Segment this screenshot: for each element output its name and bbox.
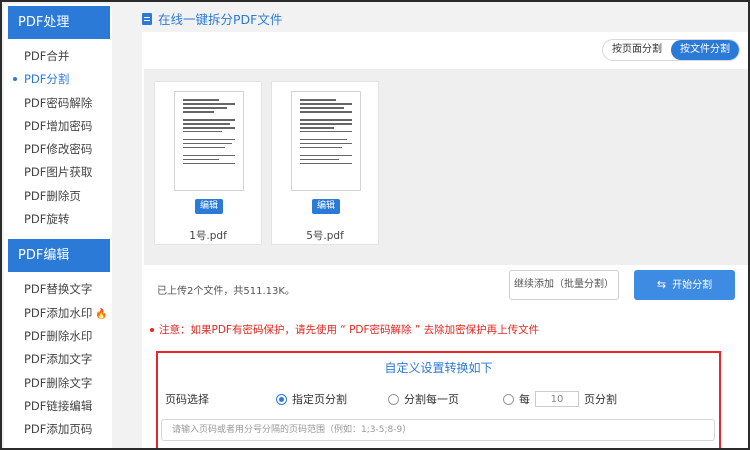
sidebar-section-pdf-edit[interactable]: PDF编辑 xyxy=(8,239,110,273)
sidebar-section-pdf-process[interactable]: PDF处理 xyxy=(8,6,110,39)
sidebar-menu-edit: PDF替换文字 PDF添加水印 🔥 PDF删除水印 PDF添加文字 PDF删除文字… xyxy=(4,272,112,441)
tab-split-by-page[interactable]: 按页面分割 xyxy=(603,40,671,60)
sidebar-item-remove-watermark[interactable]: PDF删除水印 xyxy=(4,325,112,348)
sidebar-item-replace-text[interactable]: PDF替换文字 xyxy=(4,278,112,301)
edit-button[interactable]: 编辑 xyxy=(312,199,340,214)
radio-label-suffix: 页分割 xyxy=(584,393,617,406)
sidebar-item-merge[interactable]: PDF合并 xyxy=(4,45,112,68)
continue-add-button[interactable]: 继续添加（批量分割） xyxy=(509,270,619,300)
upload-area: 编辑 1号.pdf 编辑 5号.pdf xyxy=(144,69,748,265)
sidebar-item-rotate[interactable]: PDF旋转 xyxy=(4,208,112,231)
file-card[interactable]: 编辑 5号.pdf xyxy=(271,81,379,245)
pages-per-split-input[interactable] xyxy=(535,391,579,407)
page-title: 在线一键拆分PDF文件 xyxy=(142,9,282,28)
edit-button[interactable]: 编辑 xyxy=(195,199,223,214)
notice-text: 注意：如果PDF有密码保护，请先使用 “ PDF密码解除 ” 去除加密保护再上传… xyxy=(159,324,540,336)
sidebar-item-delete-pages[interactable]: PDF删除页 xyxy=(4,185,112,208)
sidebar-item-delete-text[interactable]: PDF删除文字 xyxy=(4,372,112,395)
sidebar-item-add-page-numbers[interactable]: PDF添加页码 xyxy=(4,418,112,441)
sidebar-item-label: PDF添加水印 xyxy=(24,305,93,320)
sidebar-item-add-watermark[interactable]: PDF添加水印 🔥 xyxy=(4,302,112,325)
upload-summary: 已上传2个文件，共511.13K。 xyxy=(157,286,295,297)
file-name: 1号.pdf xyxy=(189,230,227,242)
page-title-text: 在线一键拆分PDF文件 xyxy=(158,12,283,27)
sidebar-menu-process: PDF合并 PDF分割 PDF密码解除 PDF增加密码 PDF修改密码 PDF图… xyxy=(4,39,112,231)
radio-every-n-pages[interactable]: 每 页分割 xyxy=(503,391,617,407)
radio-checked-icon xyxy=(276,393,287,405)
radio-unchecked-icon xyxy=(388,393,399,405)
sidebar-item-add-text[interactable]: PDF添加文字 xyxy=(4,348,112,371)
radio-unchecked-icon xyxy=(503,393,514,405)
password-notice: 注意：如果PDF有密码保护，请先使用 “ PDF密码解除 ” 去除加密保护再上传… xyxy=(150,322,539,337)
pdf-thumbnail xyxy=(174,91,244,191)
custom-settings-box: 自定义设置转换如下 页码选择 指定页分割 分割每一页 每 页分割 xyxy=(156,351,721,448)
sidebar-item-link-edit[interactable]: PDF链接编辑 xyxy=(4,395,112,418)
radio-label: 指定页分割 xyxy=(292,393,347,406)
sidebar-item-change-password[interactable]: PDF修改密码 xyxy=(4,138,112,161)
fire-icon: 🔥 xyxy=(95,308,108,320)
swap-icon: ⇆ xyxy=(656,278,667,291)
app-frame: PDF处理 PDF合并 PDF分割 PDF密码解除 PDF增加密码 PDF修改密… xyxy=(0,0,750,450)
split-mode-toggle: 按页面分割 按文件分割 xyxy=(602,39,740,61)
document-icon xyxy=(142,12,152,25)
file-name: 5号.pdf xyxy=(306,230,344,242)
radio-split-each-page[interactable]: 分割每一页 xyxy=(388,391,459,407)
sidebar-item-remove-password[interactable]: PDF密码解除 xyxy=(4,92,112,115)
radio-specified-pages[interactable]: 指定页分割 xyxy=(276,391,347,407)
radio-label: 分割每一页 xyxy=(404,393,459,406)
sidebar-item-extract-images[interactable]: PDF图片获取 xyxy=(4,161,112,184)
sidebar-item-add-password[interactable]: PDF增加密码 xyxy=(4,115,112,138)
page-select-label: 页码选择 xyxy=(165,393,209,406)
file-card[interactable]: 编辑 1号.pdf xyxy=(154,81,262,245)
settings-title: 自定义设置转换如下 xyxy=(384,361,493,375)
start-split-label: 开始分割 xyxy=(672,280,713,291)
pdf-thumbnail xyxy=(291,91,361,191)
tab-split-by-file[interactable]: 按文件分割 xyxy=(671,40,739,60)
start-split-button[interactable]: ⇆ 开始分割 xyxy=(634,270,735,300)
sidebar: PDF处理 PDF合并 PDF分割 PDF密码解除 PDF增加密码 PDF修改密… xyxy=(4,4,112,448)
radio-label-prefix: 每 xyxy=(519,393,530,406)
bullet-icon xyxy=(150,328,154,332)
page-range-input[interactable] xyxy=(161,419,715,441)
sidebar-item-split[interactable]: PDF分割 xyxy=(4,68,112,91)
